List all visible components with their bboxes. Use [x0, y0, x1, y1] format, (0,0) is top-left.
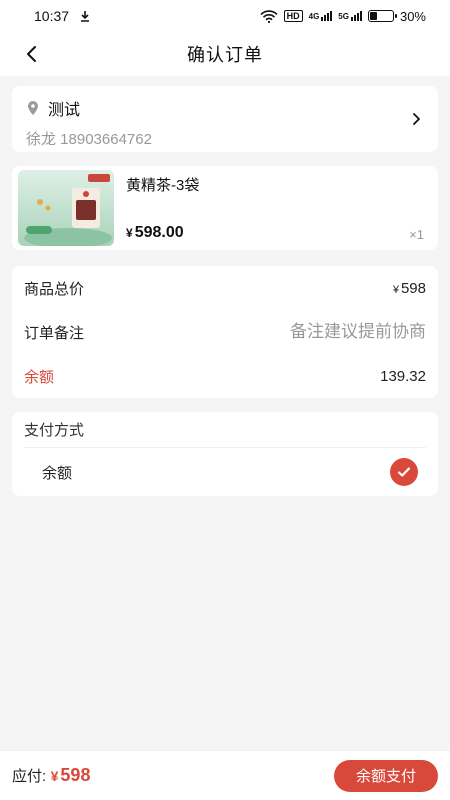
- payment-option-balance[interactable]: 余额: [24, 448, 426, 496]
- product-quantity: ×1: [409, 227, 424, 242]
- checkmark-icon[interactable]: [390, 458, 418, 486]
- amount-due-value: ¥598: [51, 765, 91, 785]
- total-row: 商品总价 ¥598: [24, 266, 426, 310]
- address-card[interactable]: 测试 徐龙 18903664762: [12, 86, 438, 152]
- battery-percent: 30%: [399, 8, 426, 24]
- total-currency: ¥: [392, 283, 399, 296]
- nav-bar: 确认订单: [0, 32, 450, 76]
- address-contact: 徐龙 18903664762: [26, 131, 152, 148]
- product-title: 黄精茶-3袋: [126, 177, 200, 194]
- remark-label: 订单备注: [24, 324, 85, 342]
- signal-4g-label: 4G: [308, 12, 320, 21]
- battery-icon: [367, 10, 397, 22]
- signal-4g-icon: 4G: [309, 11, 333, 21]
- status-bar: 10:37 HD 4G 5G 30%: [0, 0, 450, 32]
- product-currency: ¥: [126, 226, 133, 240]
- product-price-value: 598.00: [134, 224, 184, 241]
- wifi-icon: [260, 9, 278, 23]
- remark-input[interactable]: [226, 322, 426, 342]
- pay-with-balance-button[interactable]: 余额支付: [334, 759, 438, 792]
- balance-row: 余额 139.32: [24, 354, 426, 398]
- status-time: 10:37: [34, 8, 70, 24]
- amount-due: 应付: ¥598: [12, 765, 90, 786]
- payment-option-label: 余额: [42, 464, 73, 482]
- amount-due-label: 应付:: [12, 768, 47, 785]
- signal-5g-label: 5G: [338, 12, 349, 21]
- signal-5g-icon: 5G: [338, 11, 362, 21]
- balance-label: 余额: [24, 368, 55, 386]
- remark-row: 订单备注: [24, 310, 426, 354]
- back-arrow-icon[interactable]: [22, 44, 42, 64]
- balance-value: 139.32: [380, 367, 426, 385]
- product-image: [18, 170, 114, 246]
- product-price: ¥598.00: [126, 224, 184, 242]
- amount-due-number: 598: [60, 765, 91, 785]
- bottom-bar: 应付: ¥598 余额支付: [0, 750, 450, 800]
- payment-heading: 支付方式: [24, 412, 426, 448]
- order-summary-card: 商品总价 ¥598 订单备注 余额 139.32: [12, 266, 438, 398]
- total-amount: 598: [400, 279, 426, 297]
- hd-label: HD: [283, 10, 303, 22]
- total-label: 商品总价: [24, 280, 85, 298]
- total-value: ¥598: [393, 280, 426, 297]
- product-card[interactable]: 黄精茶-3袋 ¥598.00 ×1: [12, 166, 438, 250]
- amount-due-currency: ¥: [50, 768, 59, 784]
- chevron-right-icon: [413, 113, 420, 125]
- location-pin-icon: [28, 101, 38, 115]
- address-name: 测试: [48, 102, 81, 119]
- download-icon: [81, 11, 90, 22]
- page-title: 确认订单: [187, 45, 263, 65]
- payment-method-card: 支付方式 余额: [12, 412, 438, 496]
